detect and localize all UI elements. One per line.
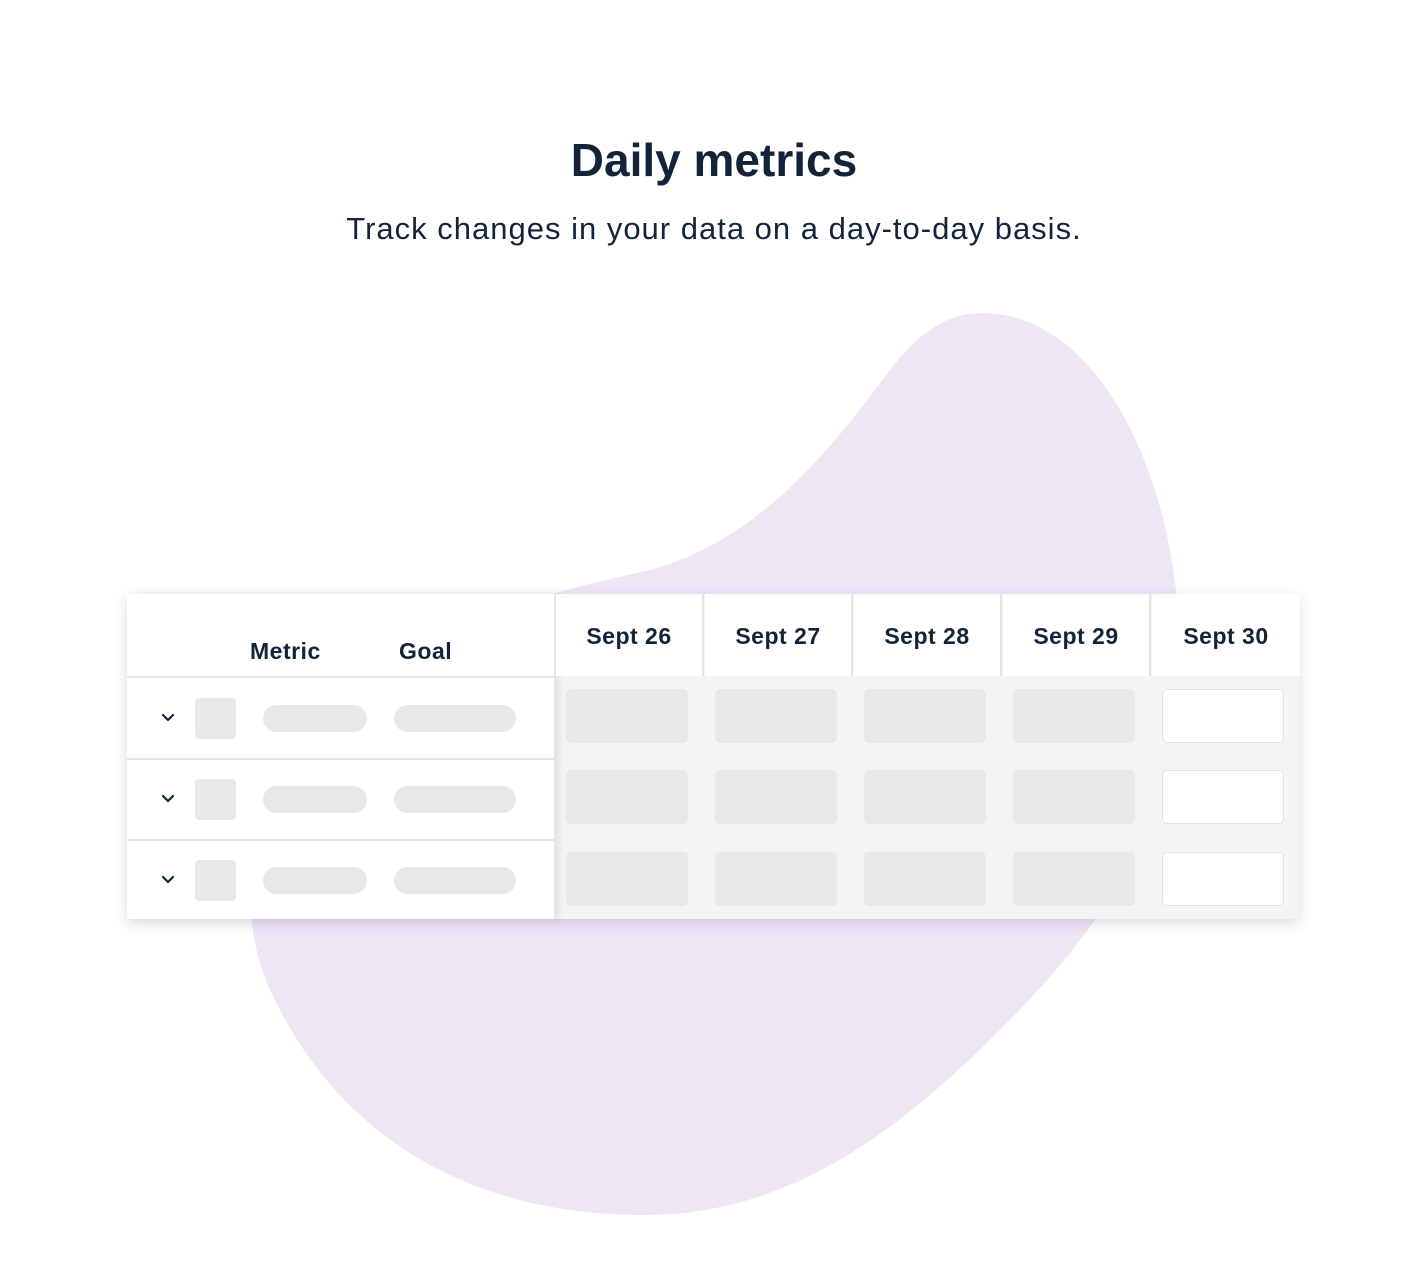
day-header-sept-28: Sept 28	[854, 594, 1002, 676]
value-cell[interactable]	[715, 770, 837, 824]
column-header-goal: Goal	[399, 638, 453, 664]
metric-panel: Metric Goal	[127, 594, 556, 919]
value-cell[interactable]	[1013, 852, 1135, 906]
value-cell[interactable]	[566, 852, 688, 906]
daily-metrics-table: Metric Goal Sept 26 Sept 27 Sept 28 Sept…	[127, 594, 1300, 919]
goal-value-placeholder	[394, 705, 516, 732]
column-header-metric: Metric	[250, 638, 321, 664]
value-cell[interactable]	[715, 689, 837, 743]
value-input-today[interactable]	[1162, 689, 1284, 743]
value-input-today[interactable]	[1162, 770, 1284, 824]
day-header-sept-29: Sept 29	[1003, 594, 1151, 676]
value-cell[interactable]	[1013, 770, 1135, 824]
value-cell[interactable]	[864, 852, 986, 906]
chevron-down-icon[interactable]	[159, 708, 177, 726]
metric-name-placeholder	[263, 786, 367, 813]
metric-row	[127, 678, 554, 760]
metric-icon-placeholder	[195, 698, 236, 739]
metric-row	[127, 840, 554, 920]
value-cell[interactable]	[1013, 689, 1135, 743]
metric-icon-placeholder	[195, 860, 236, 901]
days-grid: Sept 26 Sept 27 Sept 28 Sept 29 Sept 30	[556, 594, 1300, 919]
goal-value-placeholder	[394, 867, 516, 894]
chevron-down-icon[interactable]	[159, 789, 177, 807]
value-cell[interactable]	[864, 770, 986, 824]
metric-name-placeholder	[263, 867, 367, 894]
day-header-sept-26: Sept 26	[556, 594, 704, 676]
value-cell[interactable]	[566, 770, 688, 824]
value-input-today[interactable]	[1162, 852, 1284, 906]
value-cell[interactable]	[715, 852, 837, 906]
metric-row	[127, 759, 554, 841]
day-header-sept-27: Sept 27	[705, 594, 853, 676]
page-subtitle: Track changes in your data on a day-to-d…	[346, 211, 1082, 246]
chevron-down-icon[interactable]	[159, 870, 177, 888]
metric-panel-header: Metric Goal	[127, 594, 554, 678]
metric-icon-placeholder	[195, 779, 236, 820]
day-header-sept-30: Sept 30	[1152, 594, 1300, 676]
value-cell[interactable]	[566, 689, 688, 743]
value-cell[interactable]	[864, 689, 986, 743]
page-title: Daily metrics	[570, 134, 858, 186]
goal-value-placeholder	[394, 786, 516, 813]
metric-name-placeholder	[263, 705, 367, 732]
